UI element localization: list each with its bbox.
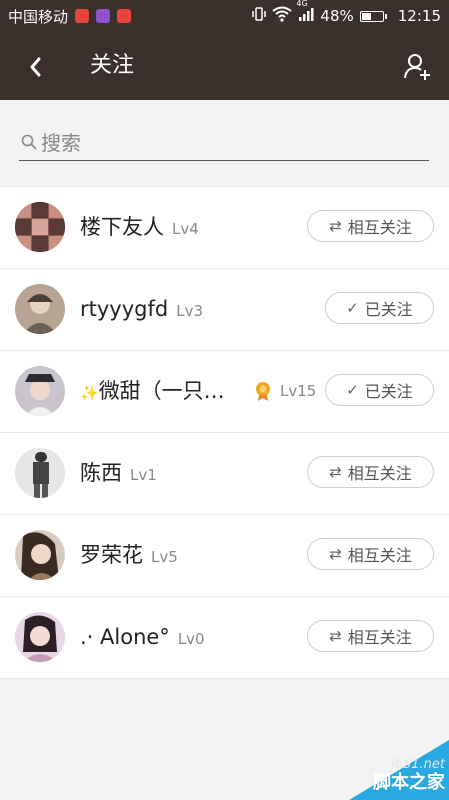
button-label: 已关注	[364, 382, 413, 401]
medal-icon	[255, 381, 271, 401]
mutual-follow-button[interactable]: ⇄ 相互关注	[307, 538, 434, 570]
vibrate-icon	[252, 6, 267, 26]
user-level: Lv1	[130, 466, 157, 484]
button-label: 相互关注	[347, 546, 412, 565]
title-bar: 关注	[0, 32, 449, 100]
user-name: ✨微甜（一只…	[80, 379, 225, 403]
list-item[interactable]: 罗荣花 Lv5 ⇄ 相互关注	[0, 515, 449, 597]
swap-arrows-icon: ⇄	[329, 627, 342, 645]
watermark: jb51.net 脚本之家	[309, 740, 449, 800]
chevron-left-icon	[30, 57, 41, 77]
add-user-icon	[404, 54, 430, 80]
wifi-icon	[272, 6, 293, 26]
search-bar[interactable]	[19, 126, 429, 161]
avatar[interactable]	[15, 612, 65, 662]
list-item[interactable]: .· Alone° Lv0 ⇄ 相互关注	[0, 597, 449, 679]
user-name: 陈西 Lv1	[80, 461, 157, 485]
app-notification-icon	[96, 9, 111, 23]
check-icon: ✓	[346, 299, 359, 317]
app-notification-icon	[75, 9, 90, 23]
add-user-button[interactable]	[399, 48, 435, 84]
swap-arrows-icon: ⇄	[329, 545, 342, 563]
button-label: 相互关注	[347, 218, 412, 237]
user-level: Lv4	[172, 220, 199, 238]
avatar[interactable]	[15, 202, 65, 252]
user-level: Lv15	[280, 382, 317, 400]
search-input[interactable]	[41, 126, 421, 159]
clock: 12:15	[397, 7, 441, 25]
button-label: 相互关注	[347, 628, 412, 647]
avatar[interactable]	[15, 366, 65, 416]
button-label: 已关注	[364, 300, 413, 319]
carrier-name: 中国移动	[8, 7, 69, 26]
watermark-text: 脚本之家	[373, 772, 445, 793]
user-name: .· Alone° Lv0	[80, 625, 205, 649]
sparkle-icon: ✨	[80, 384, 99, 402]
list-item[interactable]: 楼下友人 Lv4 ⇄ 相互关注	[0, 187, 449, 269]
follow-list: 楼下友人 Lv4 ⇄ 相互关注 rtyyygfd Lv3 ✓ 已关注 ✨微甜（一只……	[0, 186, 449, 679]
user-level: Lv3	[176, 302, 203, 320]
user-name: 楼下友人 Lv4	[80, 215, 199, 239]
swap-arrows-icon: ⇄	[329, 463, 342, 481]
button-label: 相互关注	[347, 464, 412, 483]
back-button[interactable]	[18, 50, 52, 84]
avatar[interactable]	[15, 530, 65, 580]
mutual-follow-button[interactable]: ⇄ 相互关注	[307, 620, 434, 652]
battery-icon	[359, 10, 387, 22]
user-name: rtyyygfd Lv3	[80, 297, 203, 321]
list-item[interactable]: 陈西 Lv1 ⇄ 相互关注	[0, 433, 449, 515]
network-type: 4G	[296, 0, 308, 8]
user-level: Lv5	[151, 548, 178, 566]
list-item[interactable]: rtyyygfd Lv3 ✓ 已关注	[0, 269, 449, 351]
signal-icon: 4G	[296, 0, 314, 25]
followed-button[interactable]: ✓ 已关注	[325, 292, 434, 324]
app-notification-icon	[117, 9, 132, 23]
avatar[interactable]	[15, 284, 65, 334]
swap-arrows-icon: ⇄	[329, 217, 342, 235]
followed-button[interactable]: ✓ 已关注	[325, 374, 434, 406]
avatar[interactable]	[15, 448, 65, 498]
battery-percent: 48%	[320, 7, 354, 25]
search-icon	[21, 134, 37, 150]
mutual-follow-button[interactable]: ⇄ 相互关注	[307, 210, 434, 242]
user-name: 罗荣花 Lv5	[80, 543, 178, 567]
list-item[interactable]: ✨微甜（一只… Lv15 ✓ 已关注	[0, 351, 449, 433]
mutual-follow-button[interactable]: ⇄ 相互关注	[307, 456, 434, 488]
user-level: Lv0	[177, 630, 205, 648]
status-bar: 中国移动 4G 48% 12:15	[0, 0, 449, 32]
check-icon: ✓	[346, 381, 359, 399]
page-title: 关注	[90, 53, 135, 78]
